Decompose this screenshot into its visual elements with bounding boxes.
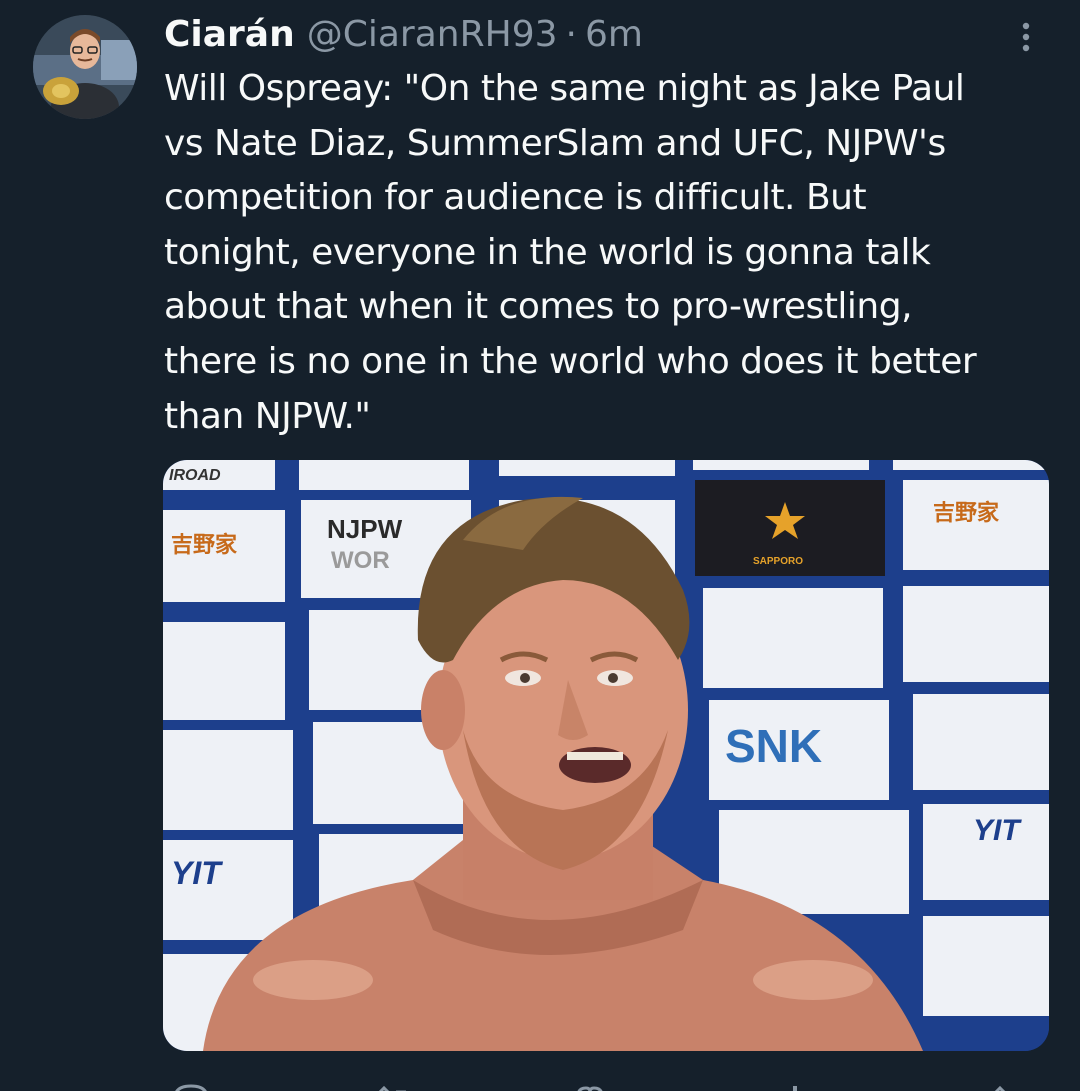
wrestler-press-photo: NJPW WOR SNK YIT YIT 吉野家 吉野家 IROAD SAPPO… (163, 460, 1049, 1051)
tweet-text: Will Ospreay: "On the same night as Jake… (164, 68, 977, 437)
reply-button[interactable] (169, 1082, 213, 1091)
retweet-button[interactable] (368, 1082, 412, 1091)
header-separator: · (565, 14, 577, 55)
views-icon (793, 1086, 797, 1091)
svg-text:吉野家: 吉野家 (171, 532, 238, 557)
snk-logo-text: SNK (725, 720, 822, 772)
tweet-action-bar (163, 1076, 1049, 1091)
svg-text:YIT: YIT (171, 855, 223, 891)
reply-icon (175, 1084, 207, 1091)
more-options-button[interactable] (1008, 12, 1044, 62)
svg-text:WOR: WOR (331, 547, 390, 574)
tweet-timestamp[interactable]: 6m (585, 10, 643, 60)
share-button[interactable] (978, 1082, 1022, 1091)
vertical-ellipsis-icon (1022, 22, 1030, 52)
svg-text:SAPPORO: SAPPORO (753, 556, 803, 567)
svg-text:吉野家: 吉野家 (933, 500, 1000, 525)
heart-icon (577, 1086, 603, 1091)
tweet-media-photo[interactable]: NJPW WOR SNK YIT YIT 吉野家 吉野家 IROAD SAPPO… (163, 460, 1049, 1051)
like-button[interactable] (568, 1082, 612, 1091)
svg-text:IROAD: IROAD (169, 467, 221, 484)
tweet-header: Ciarán @CiaranRH93 · 6m (164, 10, 643, 60)
author-avatar[interactable] (33, 15, 137, 119)
author-handle[interactable]: @CiaranRH93 (307, 10, 558, 60)
njpw-logo-text: NJPW (327, 514, 403, 544)
svg-text:YIT: YIT (973, 814, 1022, 847)
share-icon (994, 1085, 1006, 1091)
retweet-icon (378, 1085, 406, 1091)
avatar-image (33, 15, 137, 119)
views-button[interactable] (773, 1082, 817, 1091)
author-display-name[interactable]: Ciarán (164, 10, 295, 60)
